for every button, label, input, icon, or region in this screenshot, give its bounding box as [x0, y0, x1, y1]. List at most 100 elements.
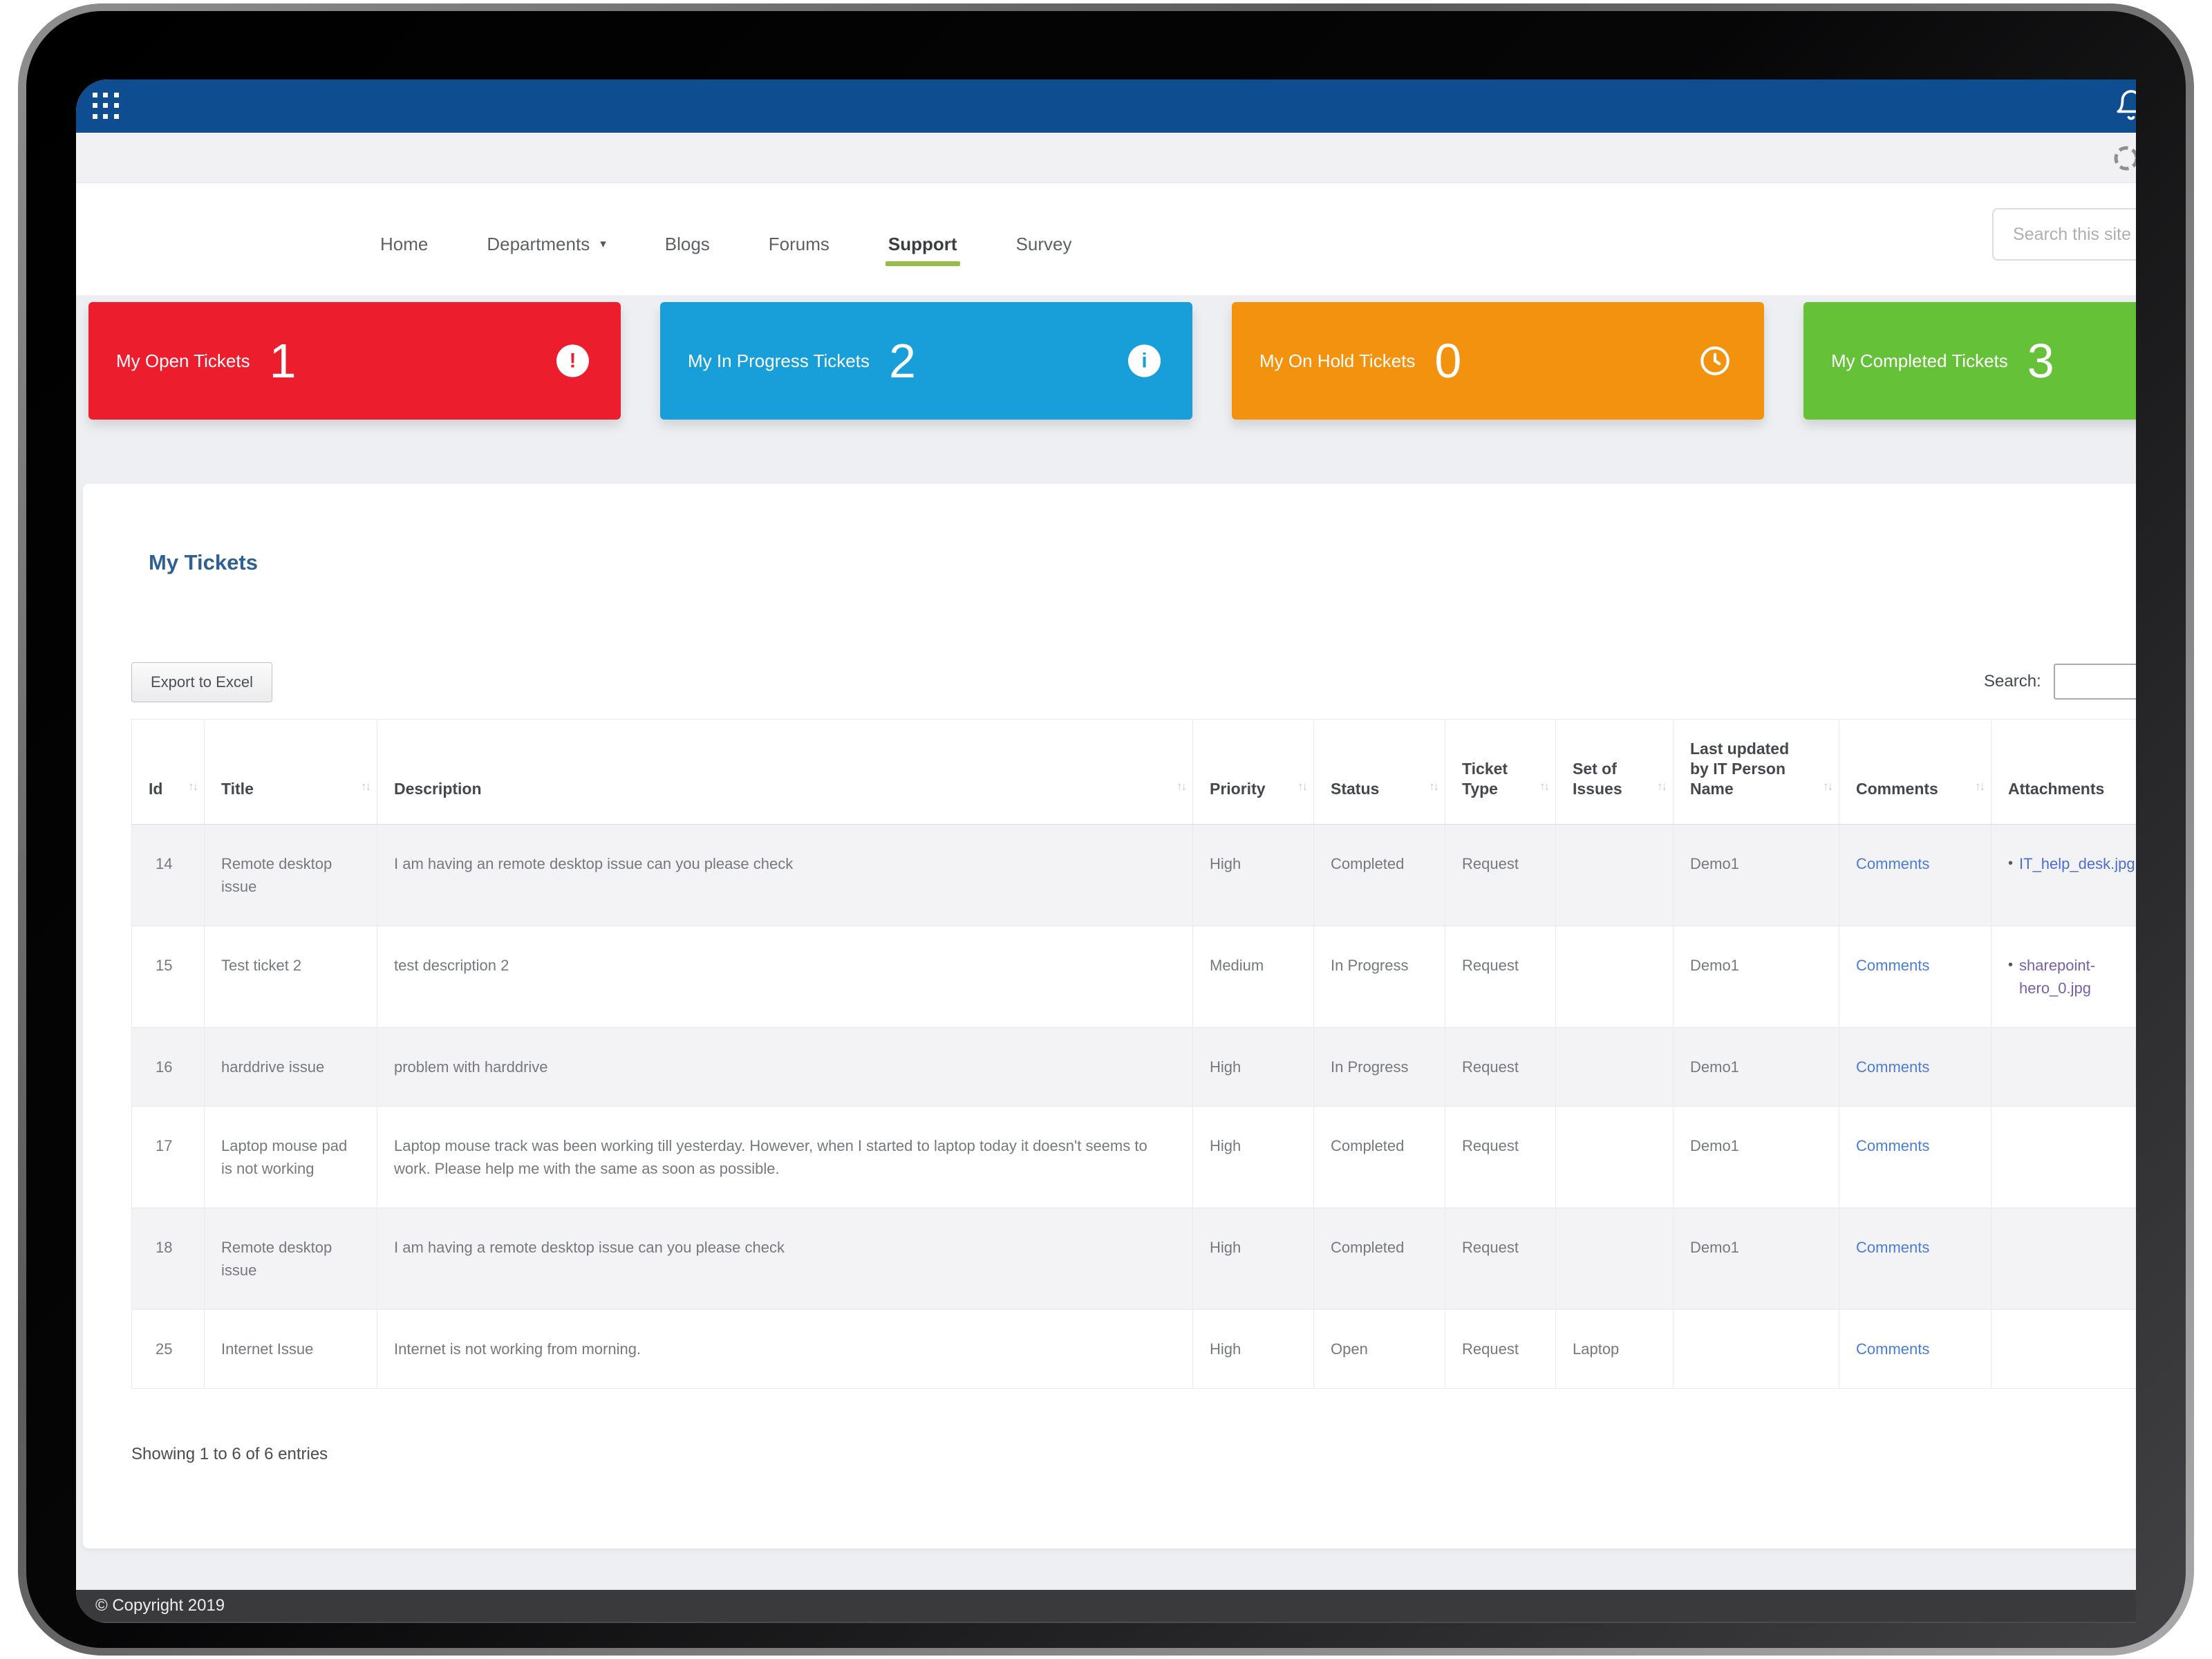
copyright-footer: © Copyright 2019 [76, 1590, 2136, 1623]
card-value: 2 [889, 337, 916, 385]
table-entries-summary: Showing 1 to 6 of 6 entries [131, 1445, 328, 1464]
cell-id: 14 [132, 825, 205, 926]
cell-status: In Progress [1314, 926, 1445, 1028]
cell-ticket-type: Request [1445, 1208, 1556, 1310]
cell-comments: Comments [1839, 1310, 1991, 1389]
cell-description: I am having a remote desktop issue can y… [377, 1208, 1193, 1310]
app-launcher-icon[interactable] [93, 93, 120, 120]
cell-status: Open [1314, 1310, 1445, 1389]
refresh-icon[interactable] [2111, 143, 2136, 174]
cell-description: problem with harddrive [377, 1028, 1193, 1107]
col-header-title[interactable]: Title↑↓ [205, 720, 377, 825]
cell-set-of-issues: Laptop [1556, 1310, 1674, 1389]
attachment-link[interactable]: IT_help_desk.jpg [2019, 852, 2135, 875]
attachment-link[interactable]: sharepoint-hero_0.jpg [2019, 954, 2136, 1000]
nav-item-forums[interactable]: Forums [769, 234, 830, 255]
nav-item-home[interactable]: Home [380, 234, 428, 255]
cell-description: test description 2 [377, 926, 1193, 1028]
comments-link[interactable]: Comments [1856, 957, 1929, 974]
table-search: Search: [1984, 664, 2136, 700]
card-value: 3 [2027, 337, 2054, 385]
col-header-status[interactable]: Status↑↓ [1314, 720, 1445, 825]
card-label: My In Progress Tickets [688, 350, 870, 372]
card-open-tickets[interactable]: My Open Tickets 1 ! [88, 302, 621, 420]
table-search-input[interactable] [2054, 664, 2136, 700]
my-tickets-panel: My Tickets Export to Excel Search: Id↑↓ … [83, 484, 2136, 1548]
ticket-row: 14 Remote desktop issue I am having an r… [132, 825, 2137, 926]
nav-item-blogs[interactable]: Blogs [665, 234, 710, 255]
col-header-priority[interactable]: Priority↑↓ [1193, 720, 1314, 825]
cell-attachments [1991, 1208, 2137, 1310]
col-header-set-of-issues[interactable]: Set of Issues↑↓ [1556, 720, 1674, 825]
bullet-icon: • [2008, 954, 2013, 977]
col-header-description[interactable]: Description↑↓ [377, 720, 1193, 825]
cell-id: 25 [132, 1310, 205, 1389]
cell-priority: High [1193, 1028, 1314, 1107]
cell-set-of-issues [1556, 926, 1674, 1028]
comments-link[interactable]: Comments [1856, 1137, 1929, 1154]
utility-bar [76, 133, 2136, 183]
cell-ticket-type: Request [1445, 1028, 1556, 1107]
card-on-hold-tickets[interactable]: My On Hold Tickets 0 [1232, 302, 1764, 420]
sort-icon: ↑↓ [1823, 776, 1832, 796]
cell-priority: High [1193, 1310, 1314, 1389]
cell-comments: Comments [1839, 825, 1991, 926]
cell-description: Internet is not working from morning. [377, 1310, 1193, 1389]
col-header-ticket-type[interactable]: Ticket Type↑↓ [1445, 720, 1556, 825]
card-label: My On Hold Tickets [1259, 350, 1415, 372]
comments-link[interactable]: Comments [1856, 1340, 1929, 1358]
cell-status: Completed [1314, 825, 1445, 926]
page-title: My Tickets [149, 550, 258, 575]
cell-priority: High [1193, 825, 1314, 926]
cell-set-of-issues [1556, 825, 1674, 926]
cell-description: I am having an remote desktop issue can … [377, 825, 1193, 926]
card-completed-tickets[interactable]: My Completed Tickets 3 ✓ [1803, 302, 2136, 420]
nav-item-survey[interactable]: Survey [1016, 234, 1072, 255]
export-to-excel-button[interactable]: Export to Excel [131, 662, 272, 702]
cell-ticket-type: Request [1445, 1107, 1556, 1208]
cell-title: harddrive issue [205, 1028, 377, 1107]
col-header-attachments[interactable]: Attachments [1991, 720, 2137, 825]
top-navigation: Home Departments ▾ Blogs Forums Support … [76, 183, 2136, 295]
cell-last-updated: Demo1 [1674, 926, 1839, 1028]
cell-attachments [1991, 1310, 2137, 1389]
sort-icon: ↑↓ [361, 776, 370, 796]
ticket-row: 18 Remote desktop issue I am having a re… [132, 1208, 2137, 1310]
cell-status: Completed [1314, 1107, 1445, 1208]
cell-priority: Medium [1193, 926, 1314, 1028]
cell-attachments: • sharepoint-hero_0.jpg [1991, 926, 2137, 1028]
cell-set-of-issues [1556, 1107, 1674, 1208]
chevron-down-icon: ▾ [600, 237, 606, 251]
nav-item-departments[interactable]: Departments ▾ [487, 234, 606, 255]
sort-icon: ↑↓ [1177, 776, 1185, 796]
tickets-table: Id↑↓ Title↑↓ Description↑↓ Priority↑↓ St… [131, 719, 2136, 1389]
cell-attachments [1991, 1028, 2137, 1107]
card-in-progress-tickets[interactable]: My In Progress Tickets 2 i [660, 302, 1192, 420]
cell-ticket-type: Request [1445, 926, 1556, 1028]
table-header-row: Id↑↓ Title↑↓ Description↑↓ Priority↑↓ St… [132, 720, 2137, 825]
col-header-id[interactable]: Id↑↓ [132, 720, 205, 825]
cell-id: 15 [132, 926, 205, 1028]
main-content: My Open Tickets 1 ! My In Progress Ticke… [76, 295, 2136, 1590]
comments-link[interactable]: Comments [1856, 1239, 1929, 1256]
screen: Home Departments ▾ Blogs Forums Support … [76, 79, 2136, 1623]
cell-comments: Comments [1839, 1208, 1991, 1310]
card-value: 1 [270, 337, 297, 385]
sort-icon: ↑↓ [1657, 776, 1666, 796]
nav-item-support[interactable]: Support [888, 234, 957, 255]
site-search-input[interactable] [1992, 208, 2136, 261]
cell-title: Remote desktop issue [205, 825, 377, 926]
col-header-last-updated[interactable]: Last updated by IT Person Name↑↓ [1674, 720, 1839, 825]
cell-title: Laptop mouse pad is not working [205, 1107, 377, 1208]
sort-icon: ↑↓ [1297, 776, 1306, 796]
col-header-comments[interactable]: Comments↑↓ [1839, 720, 1991, 825]
cell-ticket-type: Request [1445, 825, 1556, 926]
ticket-row: 17 Laptop mouse pad is not working Lapto… [132, 1107, 2137, 1208]
card-value: 0 [1434, 337, 1461, 385]
notifications-bell-icon[interactable] [2114, 88, 2136, 123]
comments-link[interactable]: Comments [1856, 855, 1929, 872]
comments-link[interactable]: Comments [1856, 1058, 1929, 1076]
cell-priority: High [1193, 1107, 1314, 1208]
cell-title: Remote desktop issue [205, 1208, 377, 1310]
ticket-row: 25 Internet Issue Internet is not workin… [132, 1310, 2137, 1389]
